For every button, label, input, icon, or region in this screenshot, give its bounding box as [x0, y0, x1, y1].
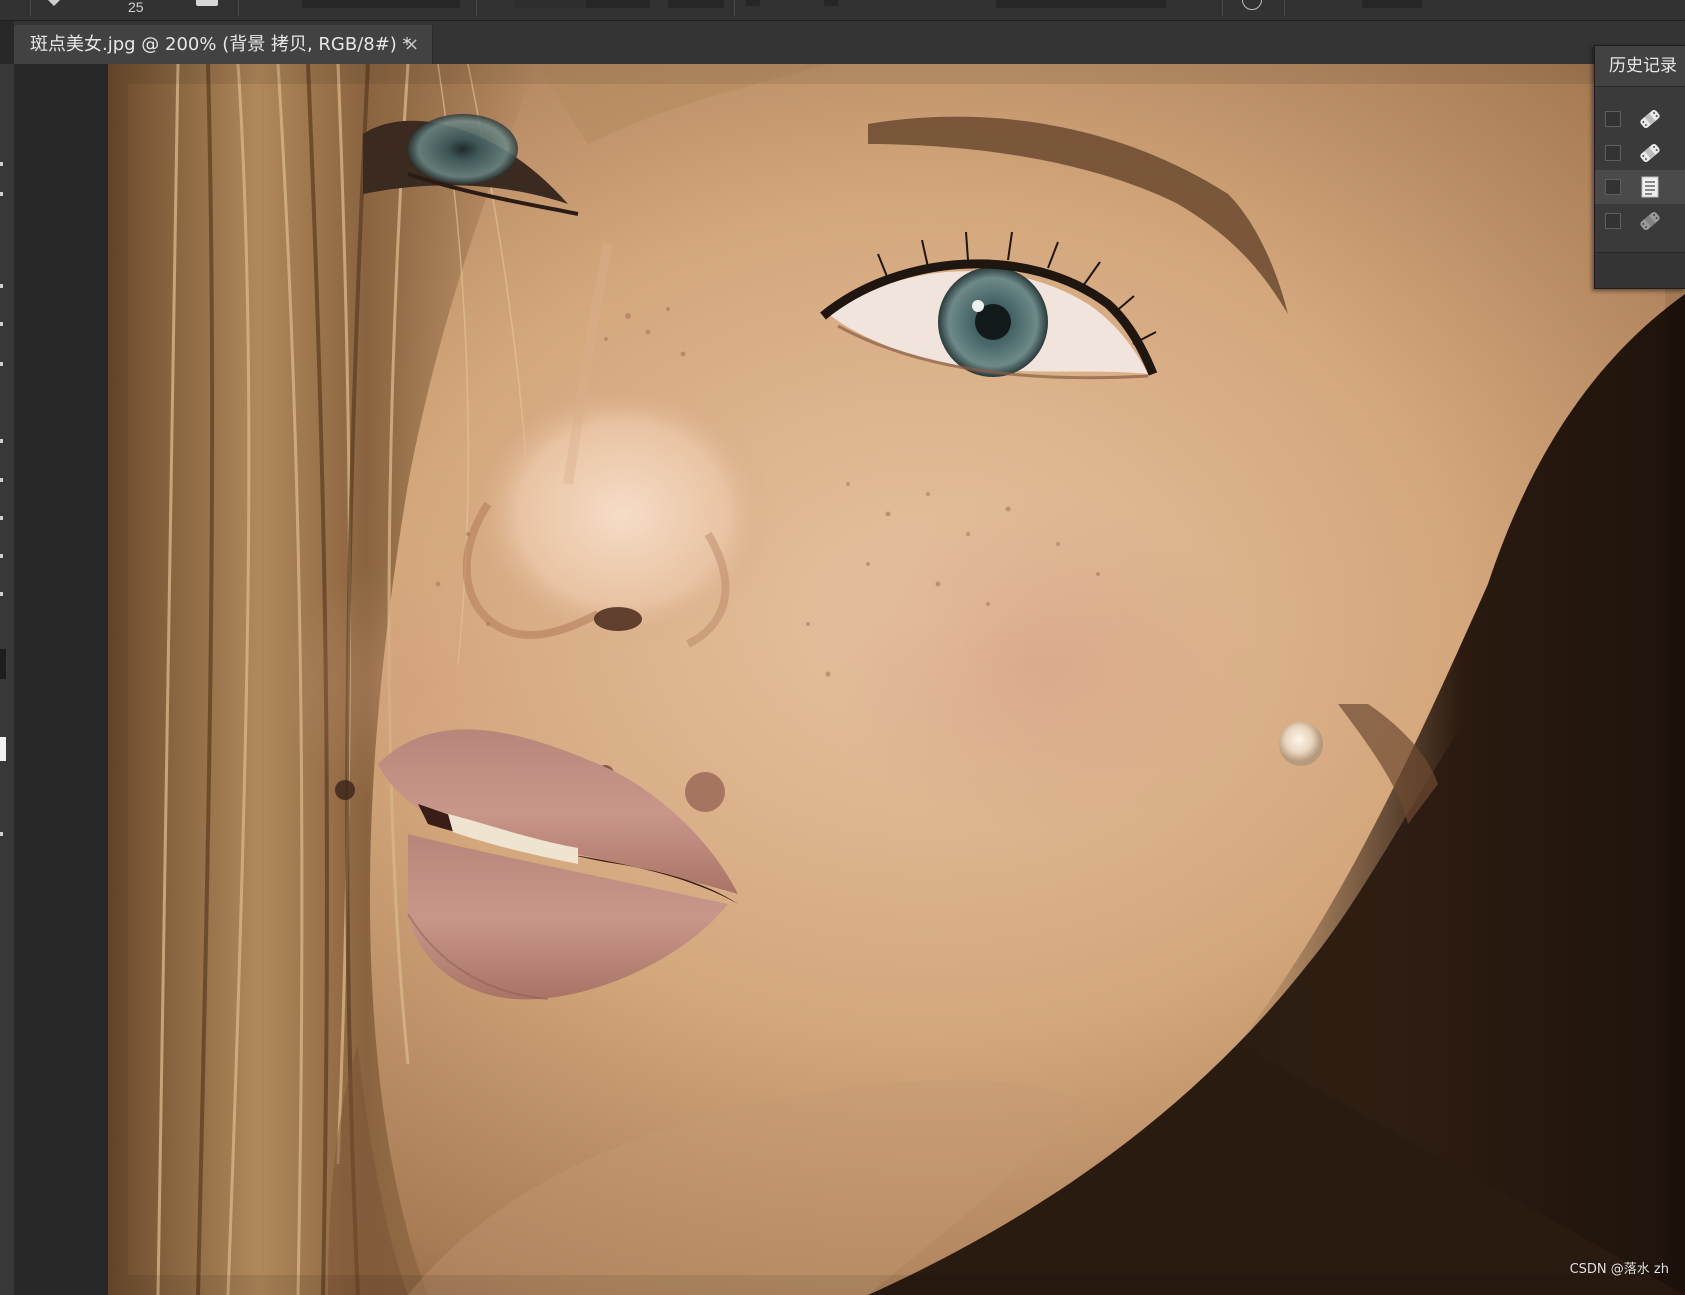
document-tab[interactable]: 斑点美女.jpg @ 200% (背景 拷贝, RGB/8#) * ×	[14, 25, 433, 64]
history-step[interactable]	[1595, 102, 1685, 136]
document-icon	[1641, 176, 1659, 198]
pressure-control[interactable]	[1362, 0, 1422, 8]
history-snapshot-toggle[interactable]	[1605, 145, 1621, 161]
brush-preset-arrow-icon[interactable]	[48, 0, 60, 6]
options-separator	[1284, 0, 1285, 16]
tool-button[interactable]	[0, 362, 3, 366]
history-snapshot-toggle[interactable]	[1605, 111, 1621, 127]
tools-panel	[0, 64, 14, 1295]
tool-button[interactable]	[0, 478, 3, 482]
tool-button[interactable]	[0, 832, 3, 836]
tool-button[interactable]	[0, 554, 3, 558]
type-option-texture[interactable]	[586, 0, 650, 8]
sample-dropdown[interactable]	[996, 0, 1166, 8]
sample-circle-icon[interactable]	[1242, 0, 1262, 10]
tool-button[interactable]	[0, 192, 3, 196]
options-bar: 25	[0, 0, 1685, 21]
tool-button[interactable]	[0, 284, 3, 288]
type-option-content-aware[interactable]	[668, 0, 724, 8]
tool-button[interactable]	[0, 592, 3, 596]
spot-healing-brush-icon	[1640, 211, 1660, 231]
options-separator	[30, 0, 31, 16]
history-step[interactable]	[1595, 136, 1685, 170]
history-panel-title: 历史记录	[1609, 56, 1677, 76]
sample-all-layers-checkbox[interactable]	[746, 0, 760, 6]
type-option-proximity[interactable]	[514, 0, 586, 8]
history-snapshot-toggle[interactable]	[1605, 213, 1621, 229]
tool-button[interactable]	[0, 322, 3, 326]
portrait-photo[interactable]	[108, 64, 1685, 1295]
history-step-selected[interactable]	[1595, 170, 1685, 204]
history-panel: 历史记录	[1594, 45, 1685, 289]
history-snapshot-toggle[interactable]	[1605, 179, 1621, 195]
spot-healing-brush-icon	[1640, 143, 1660, 163]
history-panel-header[interactable]: 历史记录	[1595, 46, 1685, 87]
history-panel-footer	[1595, 252, 1685, 288]
canvas-area[interactable]: CSDN @落水 zh	[14, 64, 1685, 1295]
options-separator	[734, 0, 735, 16]
close-icon[interactable]: ×	[404, 25, 419, 64]
options-separator	[1222, 0, 1223, 16]
foreground-color-swatch[interactable]	[0, 737, 6, 761]
portrait-image	[108, 64, 1685, 1295]
document-tab-title: 斑点美女.jpg @ 200% (背景 拷贝, RGB/8#) *	[30, 34, 412, 55]
options-separator	[476, 0, 477, 16]
document-tab-bar: 斑点美女.jpg @ 200% (背景 拷贝, RGB/8#) * ×	[14, 21, 1685, 64]
tool-button[interactable]	[0, 162, 3, 166]
brush-size-value[interactable]: 25	[128, 0, 144, 14]
options-separator	[238, 0, 239, 16]
spot-healing-brush-icon	[1640, 109, 1660, 129]
tool-button-pressed[interactable]	[0, 649, 6, 679]
photoshop-window: 25 斑点美女.jpg @ 200% (背景 拷贝, RGB/8#) * × C…	[0, 0, 1685, 1295]
watermark-text: CSDN @落水 zh	[1569, 1262, 1669, 1277]
history-step[interactable]	[1595, 204, 1685, 238]
tool-button[interactable]	[0, 439, 3, 443]
mode-dropdown[interactable]	[302, 0, 460, 8]
brush-settings-icon[interactable]	[196, 0, 218, 6]
tool-button[interactable]	[0, 516, 3, 520]
option-checkbox[interactable]	[824, 0, 838, 6]
